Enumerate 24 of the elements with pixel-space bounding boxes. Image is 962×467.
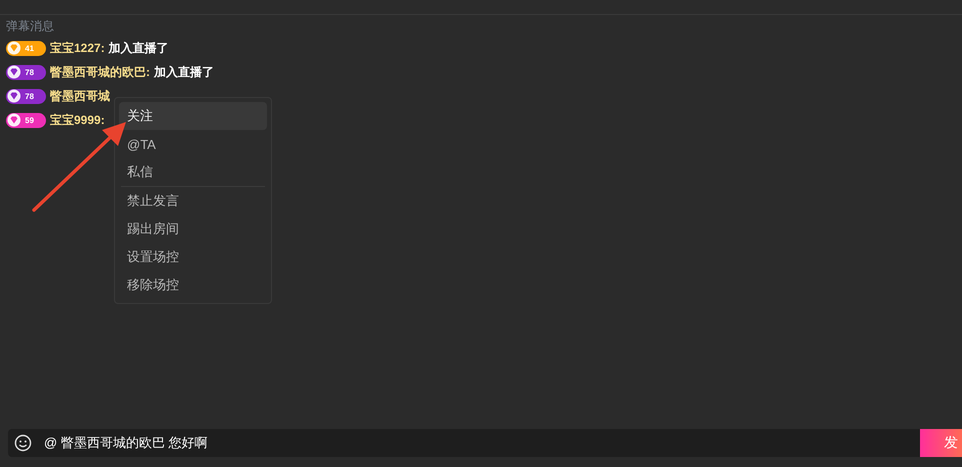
chat-message: 加入直播了 bbox=[154, 64, 214, 80]
chat-message: 加入直播了 bbox=[108, 40, 169, 56]
menu-item[interactable]: 移除场控 bbox=[119, 271, 267, 299]
level-badge: 41 bbox=[6, 40, 46, 56]
level-badge: 78 bbox=[6, 64, 46, 80]
menu-item[interactable]: 私信 bbox=[119, 158, 267, 186]
menu-item[interactable]: @TA bbox=[119, 130, 267, 158]
gem-icon bbox=[7, 65, 21, 79]
menu-item[interactable]: 关注 bbox=[119, 102, 267, 130]
user-name[interactable]: 宝宝9999: bbox=[50, 112, 105, 128]
gem-icon bbox=[7, 89, 21, 103]
gem-icon bbox=[7, 41, 21, 55]
emoji-icon[interactable] bbox=[14, 434, 32, 452]
user-name[interactable]: 瞥墨西哥城 bbox=[50, 88, 110, 104]
user-name[interactable]: 宝宝1227: bbox=[50, 40, 105, 56]
menu-item[interactable]: 禁止发言 bbox=[119, 187, 267, 215]
level-badge: 78 bbox=[6, 88, 46, 104]
level-badge: 59 bbox=[6, 112, 46, 128]
message-field[interactable]: @ 瞥墨西哥城的欧巴 您好啊 bbox=[8, 429, 920, 457]
menu-item[interactable]: 设置场控 bbox=[119, 243, 267, 271]
gem-icon bbox=[7, 113, 21, 127]
user-name[interactable]: 瞥墨西哥城的欧巴: bbox=[50, 64, 150, 80]
menu-item[interactable]: 踢出房间 bbox=[119, 215, 267, 243]
section-title: 弹幕消息 bbox=[5, 18, 55, 35]
